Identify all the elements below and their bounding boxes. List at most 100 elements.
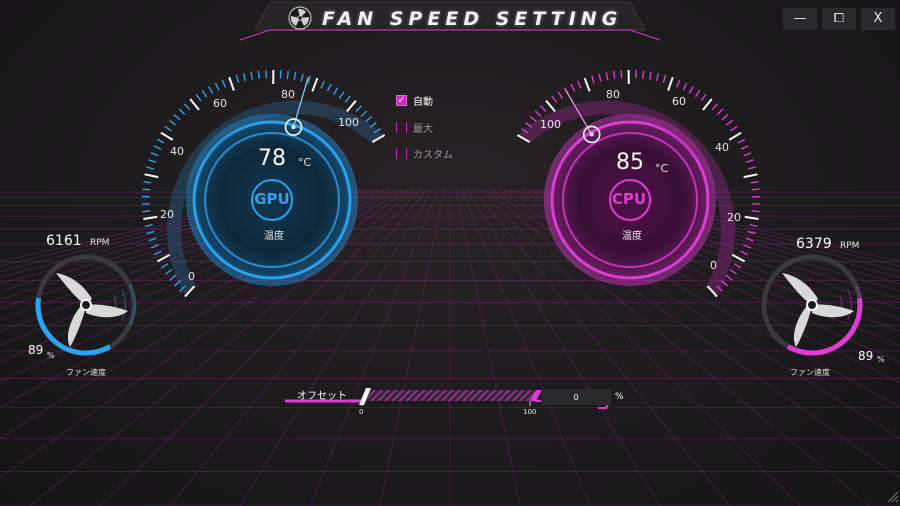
gpu-tick xyxy=(300,73,304,82)
cpu-tick xyxy=(740,145,749,150)
gpu-tick xyxy=(144,224,153,228)
cpu-dial-label-60: 60 xyxy=(672,95,686,108)
cpu-dial-label-80: 80 xyxy=(606,88,620,101)
gpu-tick xyxy=(195,93,202,102)
mode-max-label: 最大 xyxy=(413,124,433,135)
cpu-tick xyxy=(613,70,616,80)
cpu-tick xyxy=(743,152,752,157)
cpu-dial-label-100: 100 xyxy=(540,118,561,131)
gpu-tick xyxy=(142,210,151,213)
gpu-tick xyxy=(307,75,311,84)
offset-min-label: 0 xyxy=(359,408,364,416)
cpu-tick xyxy=(529,116,537,123)
cpu-fan-widget xyxy=(761,254,863,356)
cpu-tick xyxy=(737,138,746,144)
gpu-fan-rpm-unit: RPM xyxy=(90,238,110,248)
gpu-tick xyxy=(150,244,159,249)
gpu-fan-percent-value: 89 xyxy=(28,343,44,357)
gpu-tick xyxy=(153,250,162,256)
gpu-tick xyxy=(242,72,247,82)
gpu-tick xyxy=(189,98,200,111)
cpu-label: CPU xyxy=(611,190,647,208)
cpu-tick xyxy=(721,113,729,121)
cpu-tick xyxy=(729,269,738,275)
gpu-tick xyxy=(214,82,220,91)
maximize-button[interactable]: ⧠ xyxy=(822,8,856,30)
gpu-tick xyxy=(144,173,159,179)
gpu-dial-label-0: 0 xyxy=(188,270,195,283)
gpu-dial-label-80: 80 xyxy=(281,88,295,101)
gpu-tick xyxy=(156,138,165,144)
cpu-tick xyxy=(730,125,738,132)
gpu-fan-icon xyxy=(56,273,128,347)
cpu-tick xyxy=(700,93,707,102)
cpu-dial-label-20: 20 xyxy=(727,211,741,224)
gpu-tick xyxy=(311,77,319,92)
cpu-fan-speed-caption: ファン速度 xyxy=(790,368,830,377)
cpu-tick xyxy=(591,75,595,84)
gpu-tick xyxy=(365,116,373,123)
cpu-temperature-caption: 温度 xyxy=(622,231,642,242)
cpu-tick xyxy=(577,80,582,89)
minimize-button[interactable]: — xyxy=(783,8,817,30)
gpu-tick xyxy=(235,74,240,83)
gpu-tick xyxy=(183,103,191,111)
gpu-tick xyxy=(153,145,162,150)
gpu-tick xyxy=(168,119,177,126)
gpu-tick xyxy=(160,131,174,141)
cpu-tick xyxy=(744,215,759,220)
gpu-tick xyxy=(146,166,155,170)
cpu-tick xyxy=(676,79,681,88)
gpu-tick xyxy=(150,152,159,157)
cpu-tick xyxy=(688,86,694,94)
cpu-tick xyxy=(605,72,609,81)
fan-logo-icon xyxy=(288,6,312,30)
gpu-fan-speed-caption: ファン速度 xyxy=(66,368,106,377)
gpu-tick xyxy=(320,80,325,89)
gpu-tick xyxy=(143,215,158,220)
cpu-fan-percent-unit: % xyxy=(877,355,885,364)
offset-value-input[interactable] xyxy=(541,389,611,405)
cpu-temperature-value: 85 xyxy=(616,150,644,175)
offset-unit: % xyxy=(615,392,624,402)
gpu-tick xyxy=(286,70,289,80)
gpu-tick xyxy=(344,95,351,103)
gpu-tick xyxy=(201,89,208,98)
cpu-tick xyxy=(539,105,547,112)
cpu-dial-label-0: 0 xyxy=(710,259,717,272)
mode-custom-checkbox[interactable] xyxy=(396,148,407,159)
gpu-dial-label-100: 100 xyxy=(338,116,359,129)
mode-custom-option[interactable]: カスタム xyxy=(396,146,453,161)
mode-auto-option[interactable]: ✓ 自動 xyxy=(396,93,433,108)
mode-auto-checkbox[interactable]: ✓ xyxy=(396,95,407,106)
gpu-tick xyxy=(221,79,226,88)
cpu-fan-rpm-unit: RPM xyxy=(840,241,860,251)
cpu-tick xyxy=(725,119,734,126)
grid-floor xyxy=(0,189,900,506)
cpu-dial-label-40: 40 xyxy=(715,141,729,154)
gpu-tick xyxy=(332,87,339,96)
mode-max-option[interactable]: 最大 xyxy=(396,120,433,135)
cpu-tick xyxy=(545,100,556,113)
cpu-tick xyxy=(716,108,724,116)
gpu-tick xyxy=(346,100,357,113)
gpu-temperature-value: 78 xyxy=(258,146,286,171)
close-button[interactable]: X xyxy=(861,8,895,30)
gpu-tick xyxy=(326,83,332,92)
gpu-label: GPU xyxy=(254,190,290,208)
app-title: FAN SPEED SETTING xyxy=(322,8,623,30)
resize-grip-icon[interactable] xyxy=(887,491,899,503)
cpu-tick xyxy=(751,188,760,191)
mode-max-checkbox[interactable] xyxy=(396,122,407,133)
gpu-tick xyxy=(142,188,151,191)
cpu-tick xyxy=(750,181,759,184)
gpu-dial-label-60: 60 xyxy=(213,97,227,110)
cpu-temperature-unit: °C xyxy=(655,162,669,175)
cpu-tick xyxy=(682,82,688,91)
cpu-tick xyxy=(743,173,758,179)
cpu-tick xyxy=(534,110,542,118)
cpu-fan-icon xyxy=(782,273,854,347)
gpu-temperature-caption: 温度 xyxy=(264,231,284,242)
gpu-tick xyxy=(257,70,260,79)
gpu-fan-percent-unit: % xyxy=(47,351,55,360)
